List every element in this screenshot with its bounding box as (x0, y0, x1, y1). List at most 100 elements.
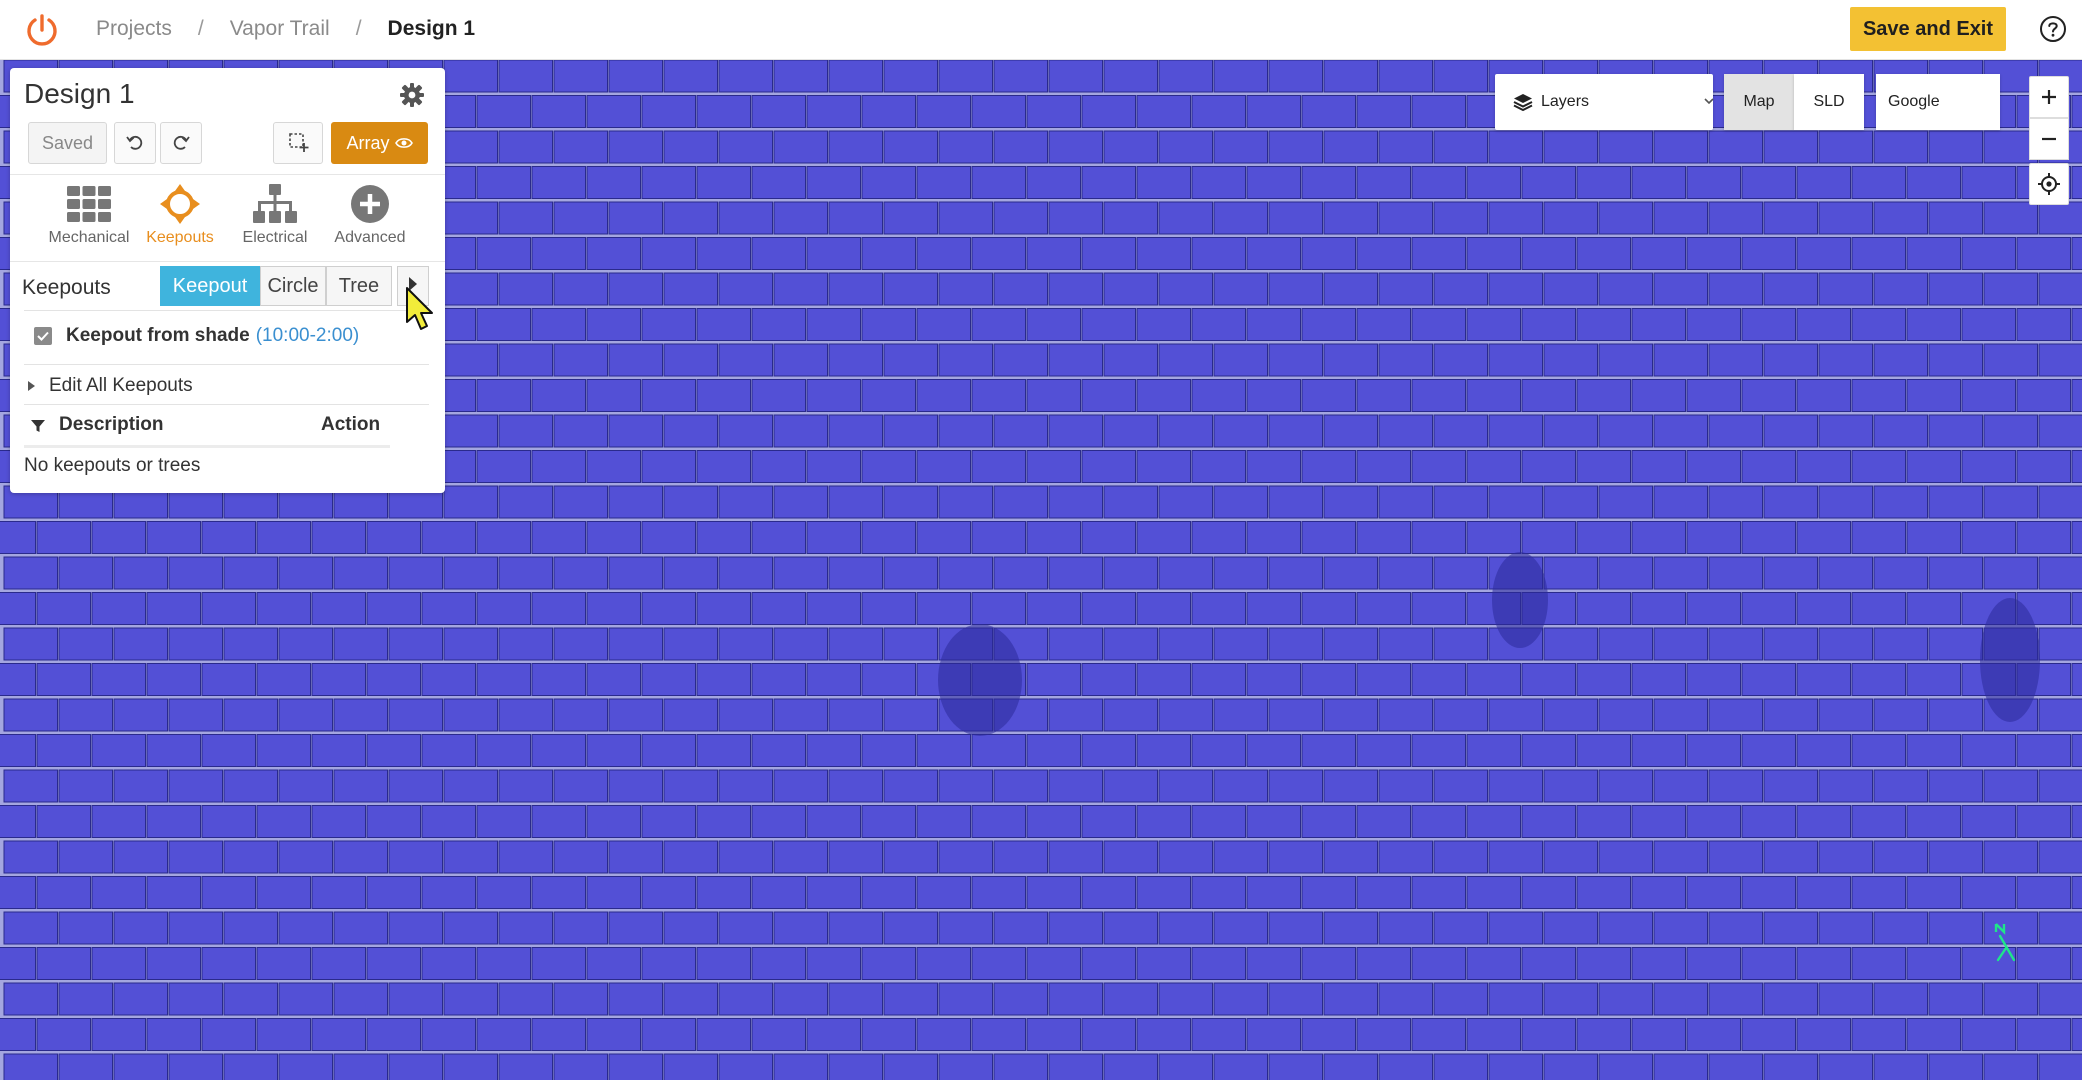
solar-module[interactable] (1763, 840, 1818, 874)
solar-module[interactable] (201, 947, 256, 980)
solar-module[interactable] (861, 734, 916, 767)
solar-module[interactable] (1543, 556, 1598, 590)
solar-module[interactable] (1796, 237, 1851, 270)
solar-module[interactable] (36, 663, 91, 696)
solar-module[interactable] (0, 734, 36, 767)
solar-module[interactable] (278, 698, 333, 732)
solar-module[interactable] (1136, 947, 1191, 980)
gear-icon[interactable] (399, 82, 425, 108)
solar-module[interactable] (1653, 698, 1708, 732)
solar-module[interactable] (1356, 663, 1411, 696)
solar-module[interactable] (91, 805, 146, 838)
zoom-in-button[interactable] (2029, 76, 2069, 118)
solar-module[interactable] (1543, 272, 1598, 306)
solar-module[interactable] (1873, 272, 1928, 306)
solar-module[interactable] (1103, 698, 1158, 732)
solar-module[interactable] (0, 947, 36, 980)
solar-module[interactable] (1928, 911, 1983, 945)
solar-module[interactable] (1136, 1018, 1191, 1051)
solar-module[interactable] (168, 840, 223, 874)
solar-module[interactable] (1048, 840, 1103, 874)
solar-module[interactable] (916, 166, 971, 199)
solar-module[interactable] (531, 521, 586, 554)
solar-module[interactable] (1906, 592, 1961, 625)
solar-module[interactable] (861, 450, 916, 483)
solar-module[interactable] (278, 769, 333, 803)
solar-module[interactable] (553, 130, 608, 164)
solar-module[interactable] (993, 130, 1048, 164)
solar-module[interactable] (531, 308, 586, 341)
solar-module[interactable] (2071, 308, 2082, 341)
solar-module[interactable] (1268, 201, 1323, 235)
solar-module[interactable] (1103, 982, 1158, 1016)
solar-module[interactable] (1763, 698, 1818, 732)
solar-module[interactable] (1818, 1053, 1873, 1080)
solar-module[interactable] (1323, 201, 1378, 235)
solar-module[interactable] (2071, 663, 2082, 696)
solar-module[interactable] (531, 95, 586, 128)
solar-module[interactable] (883, 556, 938, 590)
solar-module[interactable] (201, 734, 256, 767)
solar-module[interactable] (2071, 237, 2082, 270)
solar-module[interactable] (1818, 201, 1873, 235)
solar-module[interactable] (1598, 840, 1653, 874)
solar-module[interactable] (1136, 450, 1191, 483)
solar-module[interactable] (663, 911, 718, 945)
solar-module[interactable] (36, 592, 91, 625)
solar-module[interactable] (1796, 308, 1851, 341)
solar-module[interactable] (553, 982, 608, 1016)
solar-module[interactable] (971, 592, 1026, 625)
solar-module[interactable] (1356, 947, 1411, 980)
solar-module[interactable] (113, 840, 168, 874)
solar-module[interactable] (1928, 769, 1983, 803)
solar-module[interactable] (1433, 698, 1488, 732)
solar-module[interactable] (1158, 982, 1213, 1016)
solar-module[interactable] (2016, 876, 2071, 909)
solar-module[interactable] (531, 876, 586, 909)
solar-module[interactable] (1246, 95, 1301, 128)
solar-module[interactable] (0, 805, 36, 838)
solar-module[interactable] (256, 876, 311, 909)
solar-module[interactable] (1488, 272, 1543, 306)
array-button[interactable]: Array (331, 122, 428, 164)
solar-module[interactable] (366, 947, 421, 980)
solar-module[interactable] (993, 982, 1048, 1016)
solar-module[interactable] (1543, 982, 1598, 1016)
solar-module[interactable] (1213, 627, 1268, 661)
solar-module[interactable] (1136, 237, 1191, 270)
solar-module[interactable] (1873, 769, 1928, 803)
solar-module[interactable] (91, 521, 146, 554)
solar-module[interactable] (1521, 1018, 1576, 1051)
solar-module[interactable] (1521, 734, 1576, 767)
solar-module[interactable] (1796, 663, 1851, 696)
solar-module[interactable] (1246, 663, 1301, 696)
solar-module[interactable] (773, 414, 828, 448)
solar-module[interactable] (1246, 237, 1301, 270)
solar-module[interactable] (443, 130, 498, 164)
solar-module[interactable] (1268, 769, 1323, 803)
solar-module[interactable] (1543, 627, 1598, 661)
solar-module[interactable] (168, 769, 223, 803)
solar-module[interactable] (1103, 201, 1158, 235)
solar-module[interactable] (366, 1018, 421, 1051)
solar-module[interactable] (1191, 592, 1246, 625)
solar-module[interactable] (443, 485, 498, 519)
solar-module[interactable] (1576, 663, 1631, 696)
solar-module[interactable] (1686, 450, 1741, 483)
solar-module[interactable] (1191, 947, 1246, 980)
solar-module[interactable] (1576, 592, 1631, 625)
solar-module[interactable] (1026, 1018, 1081, 1051)
solar-module[interactable] (531, 450, 586, 483)
solar-module[interactable] (1598, 485, 1653, 519)
solar-module[interactable] (1543, 414, 1598, 448)
solar-module[interactable] (751, 450, 806, 483)
solar-module[interactable] (916, 379, 971, 412)
solar-module[interactable] (1763, 627, 1818, 661)
solar-module[interactable] (1796, 1018, 1851, 1051)
solar-module[interactable] (1598, 698, 1653, 732)
solar-module[interactable] (388, 1053, 443, 1080)
solar-module[interactable] (2016, 947, 2071, 980)
solar-module[interactable] (1323, 343, 1378, 377)
solar-module[interactable] (476, 237, 531, 270)
solar-module[interactable] (773, 130, 828, 164)
